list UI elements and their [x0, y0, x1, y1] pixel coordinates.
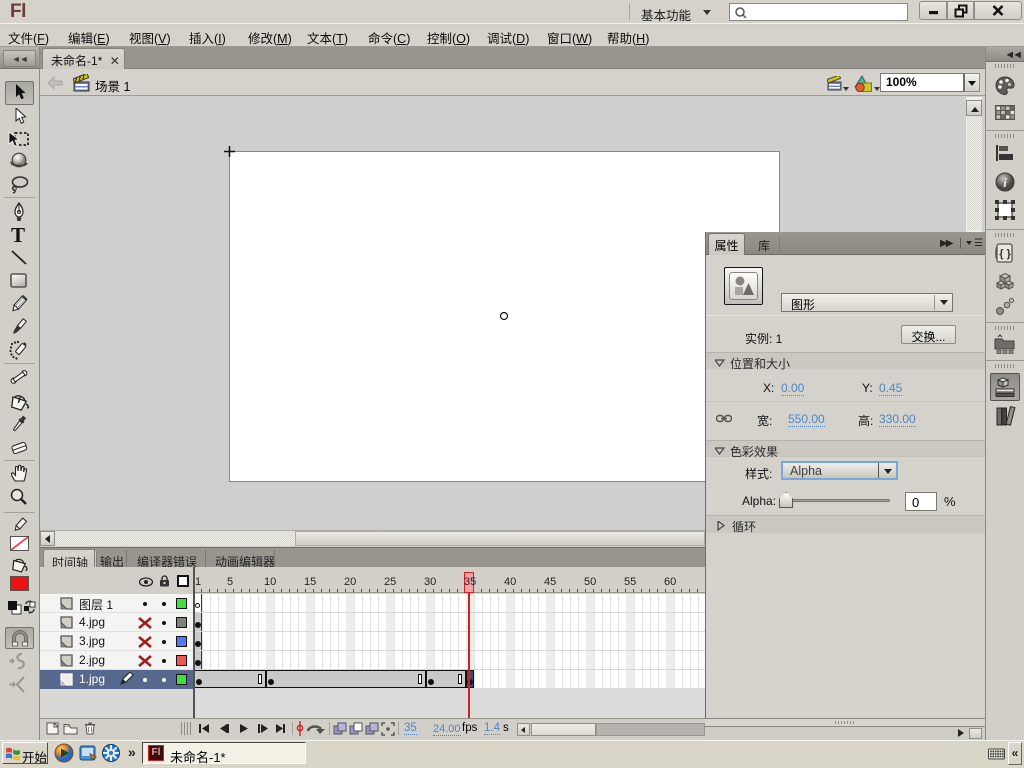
svg-text:i: i: [1003, 175, 1007, 190]
svg-text:{ }: { }: [999, 248, 1011, 260]
